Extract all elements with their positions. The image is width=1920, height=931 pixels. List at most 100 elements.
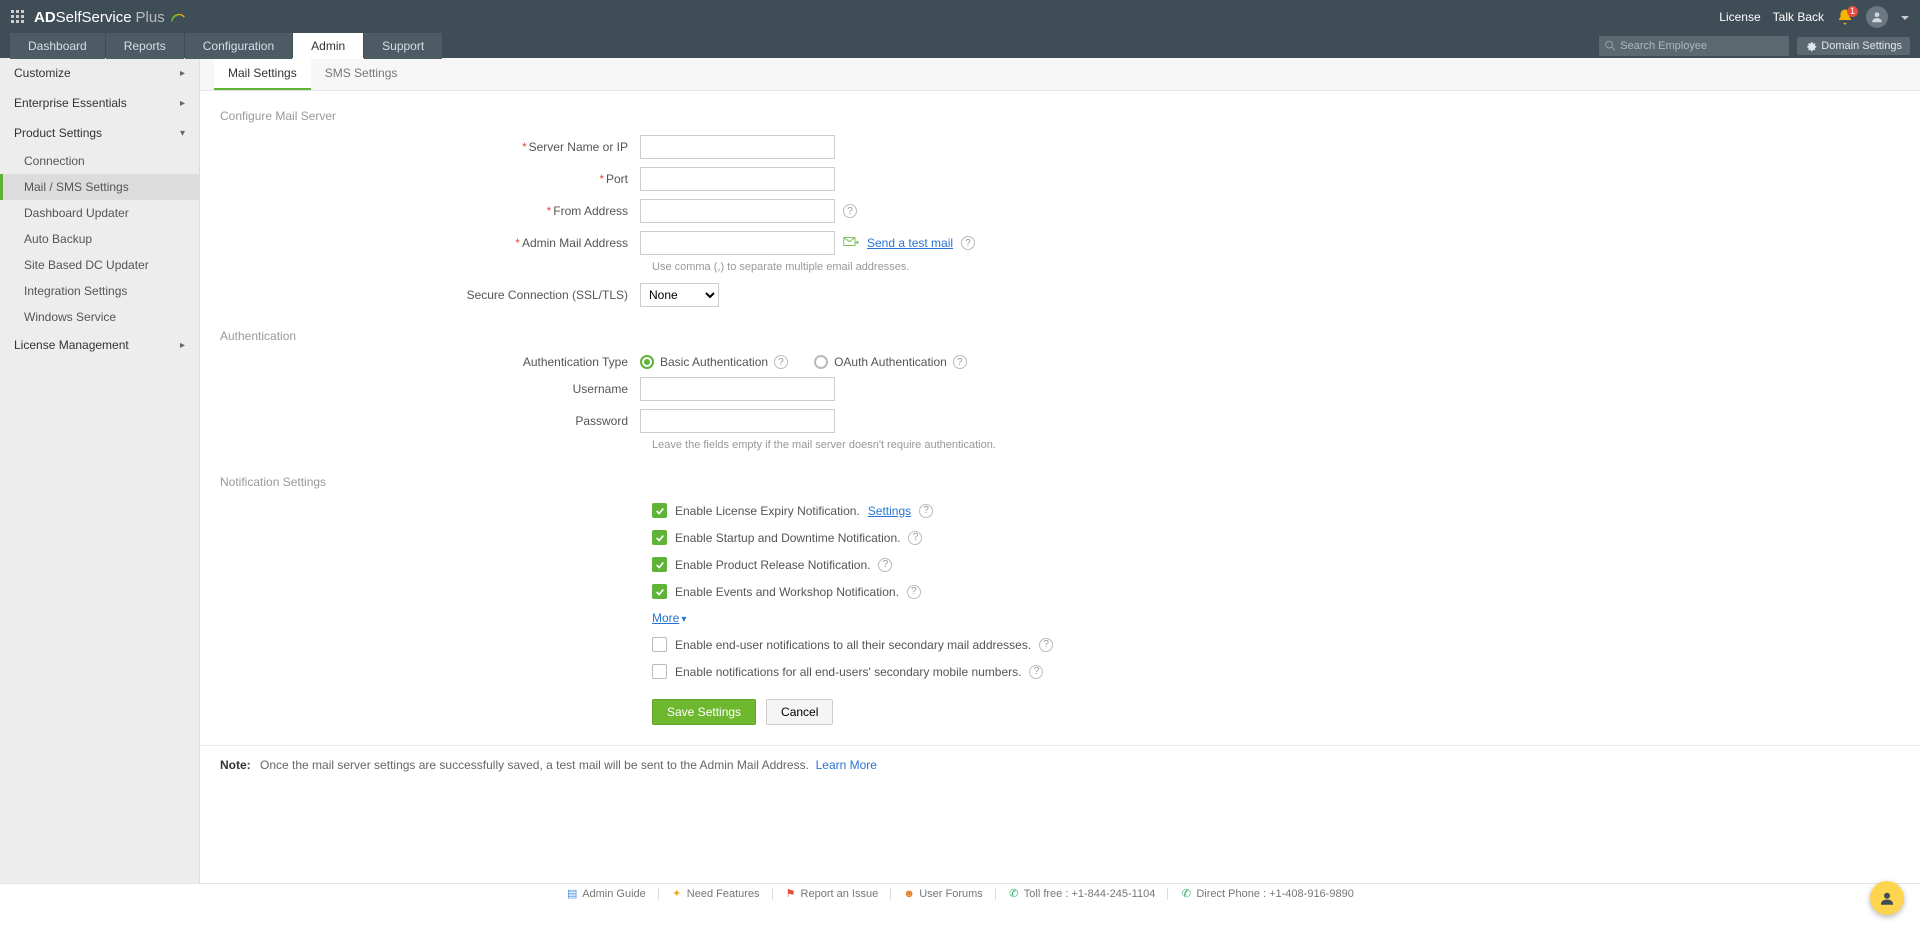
sidebar: Customize▸ Enterprise Essentials▸ Produc… — [0, 58, 200, 883]
note-text: Once the mail server settings are succes… — [260, 758, 809, 772]
checkbox-secondary-mobile[interactable] — [652, 664, 667, 679]
sub-bar: Dashboard Reports Configuration Admin Su… — [0, 34, 1920, 58]
footer-report-issue[interactable]: ⚑ Report an Issue — [773, 888, 892, 900]
help-icon[interactable]: ? — [953, 355, 967, 369]
section-authentication: Authentication — [200, 311, 1920, 351]
checkbox-startup-downtime[interactable] — [652, 530, 667, 545]
sidebar-windows-service[interactable]: Windows Service — [0, 304, 199, 330]
help-icon[interactable]: ? — [908, 531, 922, 545]
sidebar-integration[interactable]: Integration Settings — [0, 278, 199, 304]
tab-admin[interactable]: Admin — [293, 33, 363, 59]
book-icon: ▤ — [566, 888, 578, 900]
talkback-link[interactable]: Talk Back — [1773, 10, 1824, 24]
license-settings-link[interactable]: Settings — [868, 504, 911, 518]
section-notification: Notification Settings — [200, 457, 1920, 497]
label-license-expiry: Enable License Expiry Notification. — [675, 504, 860, 518]
help-icon[interactable]: ? — [919, 504, 933, 518]
chevron-right-icon: ▸ — [180, 98, 185, 109]
domain-settings-button[interactable]: Domain Settings — [1797, 37, 1910, 55]
flag-icon: ⚑ — [785, 888, 797, 900]
chevron-right-icon: ▸ — [180, 340, 185, 351]
user-menu-caret-icon[interactable] — [1900, 12, 1910, 22]
hint-leave-empty: Leave the fields empty if the mail serve… — [652, 437, 1920, 457]
chevron-down-icon: ▾ — [681, 614, 686, 625]
gear-icon — [1805, 40, 1817, 52]
brand-logo: ADSelfService Plus — [34, 8, 187, 26]
tab-sms-settings[interactable]: SMS Settings — [311, 58, 412, 90]
sidebar-dashboard-updater[interactable]: Dashboard Updater — [0, 200, 199, 226]
password-input[interactable] — [640, 409, 835, 433]
apps-grid-icon[interactable] — [10, 9, 26, 25]
help-icon[interactable]: ? — [1039, 638, 1053, 652]
search-input[interactable] — [1620, 40, 1783, 52]
label-startup-downtime: Enable Startup and Downtime Notification… — [675, 531, 900, 545]
save-button[interactable]: Save Settings — [652, 699, 756, 725]
bulb-icon: ✦ — [671, 888, 683, 900]
sidebar-connection[interactable]: Connection — [0, 148, 199, 174]
help-icon[interactable]: ? — [878, 558, 892, 572]
tab-support[interactable]: Support — [364, 33, 442, 59]
inner-tabs: Mail Settings SMS Settings — [200, 58, 1920, 91]
help-icon[interactable]: ? — [907, 585, 921, 599]
sidebar-license-mgmt[interactable]: License Management▸ — [0, 330, 199, 360]
learn-more-link[interactable]: Learn More — [816, 758, 877, 772]
port-input[interactable] — [640, 167, 835, 191]
cancel-button[interactable]: Cancel — [766, 699, 833, 725]
hint-comma-separate: Use comma (,) to separate multiple email… — [652, 259, 1920, 279]
footer-need-features[interactable]: ✦ Need Features — [659, 888, 773, 900]
chat-icon — [1878, 889, 1896, 907]
label-secondary-mobile: Enable notifications for all end-users' … — [675, 665, 1021, 679]
footer: ▤ Admin Guide ✦ Need Features ⚑ Report a… — [0, 883, 1920, 903]
label-product-release: Enable Product Release Notification. — [675, 558, 870, 572]
tab-configuration[interactable]: Configuration — [185, 33, 292, 59]
help-icon[interactable]: ? — [1029, 665, 1043, 679]
admin-mail-input[interactable] — [640, 231, 835, 255]
label-port: Port — [606, 172, 628, 186]
domain-settings-label: Domain Settings — [1821, 40, 1902, 52]
radio-oauth-auth[interactable]: OAuth Authentication ? — [814, 355, 967, 369]
label-username: Username — [573, 382, 628, 396]
people-icon: ☻ — [903, 888, 915, 900]
sidebar-enterprise[interactable]: Enterprise Essentials▸ — [0, 88, 199, 118]
tab-reports[interactable]: Reports — [106, 33, 184, 59]
server-name-input[interactable] — [640, 135, 835, 159]
license-link[interactable]: License — [1719, 10, 1760, 24]
more-link[interactable]: More — [652, 611, 679, 625]
sidebar-auto-backup[interactable]: Auto Backup — [0, 226, 199, 252]
checkbox-product-release[interactable] — [652, 557, 667, 572]
chat-fab[interactable] — [1870, 881, 1904, 915]
from-address-input[interactable] — [640, 199, 835, 223]
label-events-workshop: Enable Events and Workshop Notification. — [675, 585, 899, 599]
username-input[interactable] — [640, 377, 835, 401]
secure-conn-select[interactable]: None — [640, 283, 719, 307]
avatar-icon[interactable] — [1866, 6, 1888, 28]
footer-toll-free: ✆ Toll free : +1-844-245-1104 — [996, 888, 1169, 900]
footer-user-forums[interactable]: ☻ User Forums — [891, 888, 996, 900]
send-test-mail-icon — [843, 236, 859, 250]
checkbox-events-workshop[interactable] — [652, 584, 667, 599]
top-bar: ADSelfService Plus License Talk Back 1 — [0, 0, 1920, 34]
help-icon[interactable]: ? — [774, 355, 788, 369]
help-icon[interactable]: ? — [843, 204, 857, 218]
tab-dashboard[interactable]: Dashboard — [10, 33, 105, 59]
checkbox-license-expiry[interactable] — [652, 503, 667, 518]
radio-basic-auth[interactable]: Basic Authentication ? — [640, 355, 788, 369]
tab-mail-settings[interactable]: Mail Settings — [214, 58, 311, 90]
bell-icon[interactable]: 1 — [1836, 8, 1854, 26]
checkbox-secondary-mail[interactable] — [652, 637, 667, 652]
label-secondary-mail: Enable end-user notifications to all the… — [675, 638, 1031, 652]
send-test-mail-link[interactable]: Send a test mail — [867, 236, 953, 250]
brand-arc-icon — [169, 8, 187, 26]
phone-icon: ✆ — [1008, 888, 1020, 900]
chevron-down-icon: ▾ — [180, 128, 185, 139]
sidebar-customize[interactable]: Customize▸ — [0, 58, 199, 88]
sidebar-site-dc[interactable]: Site Based DC Updater — [0, 252, 199, 278]
section-configure-mail: Configure Mail Server — [200, 91, 1920, 131]
radio-oauth-label: OAuth Authentication — [834, 355, 947, 369]
search-employee[interactable] — [1599, 36, 1789, 56]
help-icon[interactable]: ? — [961, 236, 975, 250]
sidebar-product-settings[interactable]: Product Settings▾ — [0, 118, 199, 148]
search-icon — [1605, 40, 1616, 52]
footer-admin-guide[interactable]: ▤ Admin Guide — [554, 888, 659, 900]
sidebar-mail-sms[interactable]: Mail / SMS Settings — [0, 174, 199, 200]
